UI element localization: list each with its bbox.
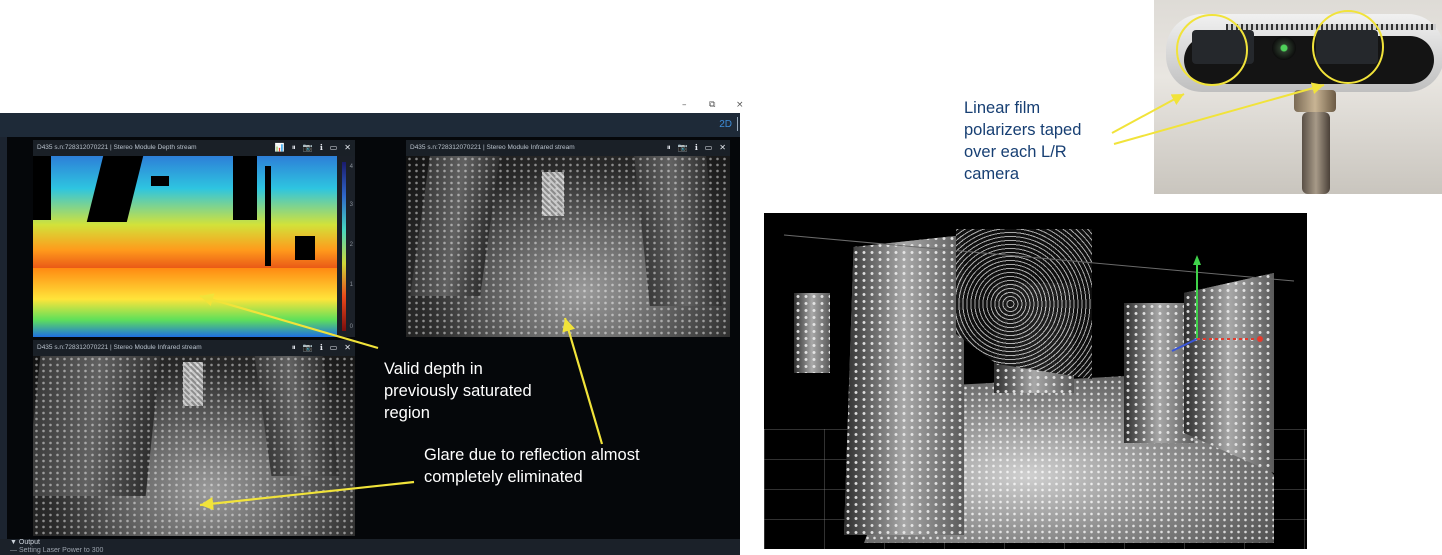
annotation-line: previously saturated bbox=[384, 382, 532, 400]
annotation-line: completely eliminated bbox=[424, 468, 583, 486]
annotation-line: Linear film bbox=[964, 99, 1041, 117]
annotation-line: region bbox=[384, 404, 430, 422]
polarizer-annotation: Linear film polarizers taped over each L… bbox=[964, 97, 1081, 185]
annotation-line: camera bbox=[964, 165, 1020, 183]
annotation-line: over each L/R bbox=[964, 143, 1067, 161]
annotation-line: Glare due to reflection almost bbox=[424, 446, 640, 464]
valid-depth-annotation: Valid depth in previously saturated regi… bbox=[384, 358, 532, 424]
annotation-arrows bbox=[199, 82, 1325, 511]
glare-annotation: Glare due to reflection almost completel… bbox=[424, 444, 640, 488]
annotation-line: Valid depth in bbox=[384, 360, 483, 378]
annotation-line: polarizers taped bbox=[964, 121, 1082, 139]
